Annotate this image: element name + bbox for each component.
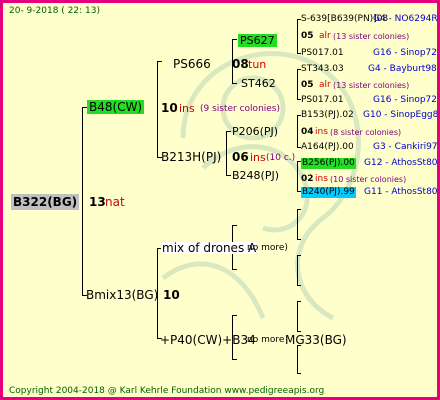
b248-queen-id[interactable]: B248(PJ) bbox=[232, 170, 279, 181]
ancestor-gen: 02 bbox=[301, 174, 314, 184]
ancestor-sisters: (13 sister colonies) bbox=[333, 81, 410, 90]
p206-queen-id[interactable]: P206(PJ) bbox=[232, 126, 278, 137]
print-date: 20- 9-2018 ( 22: 13) bbox=[9, 6, 100, 16]
ancestor-sisters: (8 sister colonies) bbox=[330, 128, 402, 137]
pedigree-chart: 20- 9-2018 ( 22: 13) B322(BG) 13 nat B48… bbox=[0, 0, 440, 400]
sire-insemination: ins bbox=[250, 151, 266, 164]
p40-label: +P40(CW)+B34 bbox=[160, 333, 256, 347]
ancestor-id[interactable]: A164(PJ).00 bbox=[301, 143, 354, 152]
drones-note: no more) bbox=[247, 243, 288, 253]
ancestor-ref: G4 - NO6294R bbox=[373, 14, 438, 24]
connector bbox=[157, 61, 162, 62]
sire-sister-colonies: (10 c.) bbox=[266, 153, 296, 163]
ancestor-gen: 05 bbox=[301, 31, 314, 41]
ancestor-tag: alr bbox=[319, 80, 331, 90]
copyright-footer[interactable]: Copyright 2004-2018 @ Karl Kehrle Founda… bbox=[9, 387, 324, 396]
ancestor-sisters: (10 sister colonies) bbox=[330, 175, 407, 184]
connector bbox=[297, 285, 301, 286]
connector bbox=[297, 255, 301, 256]
ancestor-ref: G3 - Cankiri97Q bbox=[373, 142, 440, 152]
connector bbox=[232, 269, 237, 270]
ancestor-ref: G12 - AthosSt80R bbox=[364, 158, 440, 168]
connector bbox=[232, 315, 237, 316]
drones-label: mix of drones A bbox=[161, 241, 258, 255]
connector bbox=[226, 175, 231, 176]
connector bbox=[232, 83, 237, 84]
ancestor-gen: 05 bbox=[301, 80, 314, 90]
ancestor-tag: alr bbox=[319, 31, 331, 41]
connector bbox=[82, 107, 83, 295]
ancestor-ref: G4 - Bayburt98-3 bbox=[368, 64, 440, 74]
mother-insemination: ins bbox=[179, 102, 195, 115]
connector bbox=[157, 61, 158, 157]
mother-generation: 10 bbox=[161, 101, 178, 115]
connector bbox=[297, 373, 301, 374]
connector bbox=[232, 39, 237, 40]
connector bbox=[297, 331, 301, 332]
dam-generation: 08 bbox=[232, 57, 249, 71]
ancestor-id[interactable]: ST343.03 bbox=[301, 65, 344, 74]
sire-queen-id[interactable]: B213H(PJ) bbox=[161, 151, 221, 163]
dam-tag: tun bbox=[248, 58, 267, 71]
st462-queen-id[interactable]: ST462 bbox=[241, 78, 276, 89]
father-generation: 10 bbox=[163, 288, 180, 302]
root-queen-id[interactable]: B322(BG) bbox=[11, 194, 80, 210]
ancestor-id[interactable]: PS017.01 bbox=[301, 49, 344, 58]
connector bbox=[297, 209, 301, 210]
connector bbox=[297, 209, 298, 239]
connector bbox=[297, 345, 298, 373]
connector bbox=[297, 255, 298, 285]
root-generation: 13 bbox=[89, 195, 106, 209]
ancestor-id[interactable]: PS017.01 bbox=[301, 96, 344, 105]
p40-tail[interactable]: MG33(BG) bbox=[285, 334, 347, 346]
ps627-queen-id[interactable]: PS627 bbox=[238, 34, 277, 47]
connector bbox=[226, 131, 231, 132]
ancestor-tag: ins bbox=[315, 127, 328, 137]
sire-generation: 06 bbox=[232, 150, 249, 164]
ancestor-id[interactable]: B240(PJ).99 bbox=[301, 187, 356, 198]
connector bbox=[297, 69, 298, 99]
connector bbox=[297, 115, 298, 147]
ancestor-id[interactable]: B153(PJ).02 bbox=[301, 111, 354, 120]
mother-sister-colonies: (9 sister colonies) bbox=[200, 104, 281, 114]
connector bbox=[297, 239, 301, 240]
connector bbox=[297, 161, 298, 191]
root-origin: nat bbox=[105, 195, 125, 209]
ancestor-ref: G11 - AthosSt80R bbox=[364, 187, 440, 197]
ancestor-ref: G16 - Sinop72R bbox=[373, 48, 440, 58]
ancestor-sisters: (13 sister colonies) bbox=[333, 32, 410, 41]
ancestor-id[interactable]: B256(PJ).00 bbox=[301, 158, 356, 169]
connector bbox=[297, 301, 298, 331]
father-queen-id[interactable]: Bmix13(BG) bbox=[86, 289, 158, 301]
dam-queen-id[interactable]: PS666 bbox=[173, 58, 211, 70]
mother-queen-id[interactable]: B48(CW) bbox=[87, 100, 145, 114]
connector bbox=[226, 131, 227, 175]
connector bbox=[232, 359, 237, 360]
connector bbox=[232, 225, 237, 226]
p40-note: no more bbox=[247, 335, 285, 345]
connector bbox=[297, 19, 298, 53]
ancestor-gen: 04 bbox=[301, 127, 314, 137]
ancestor-ref: G16 - Sinop72R bbox=[373, 95, 440, 105]
connector bbox=[297, 301, 301, 302]
ancestor-ref: G10 - SinopEgg86R bbox=[363, 110, 439, 120]
ancestor-tag: ins bbox=[315, 174, 328, 184]
